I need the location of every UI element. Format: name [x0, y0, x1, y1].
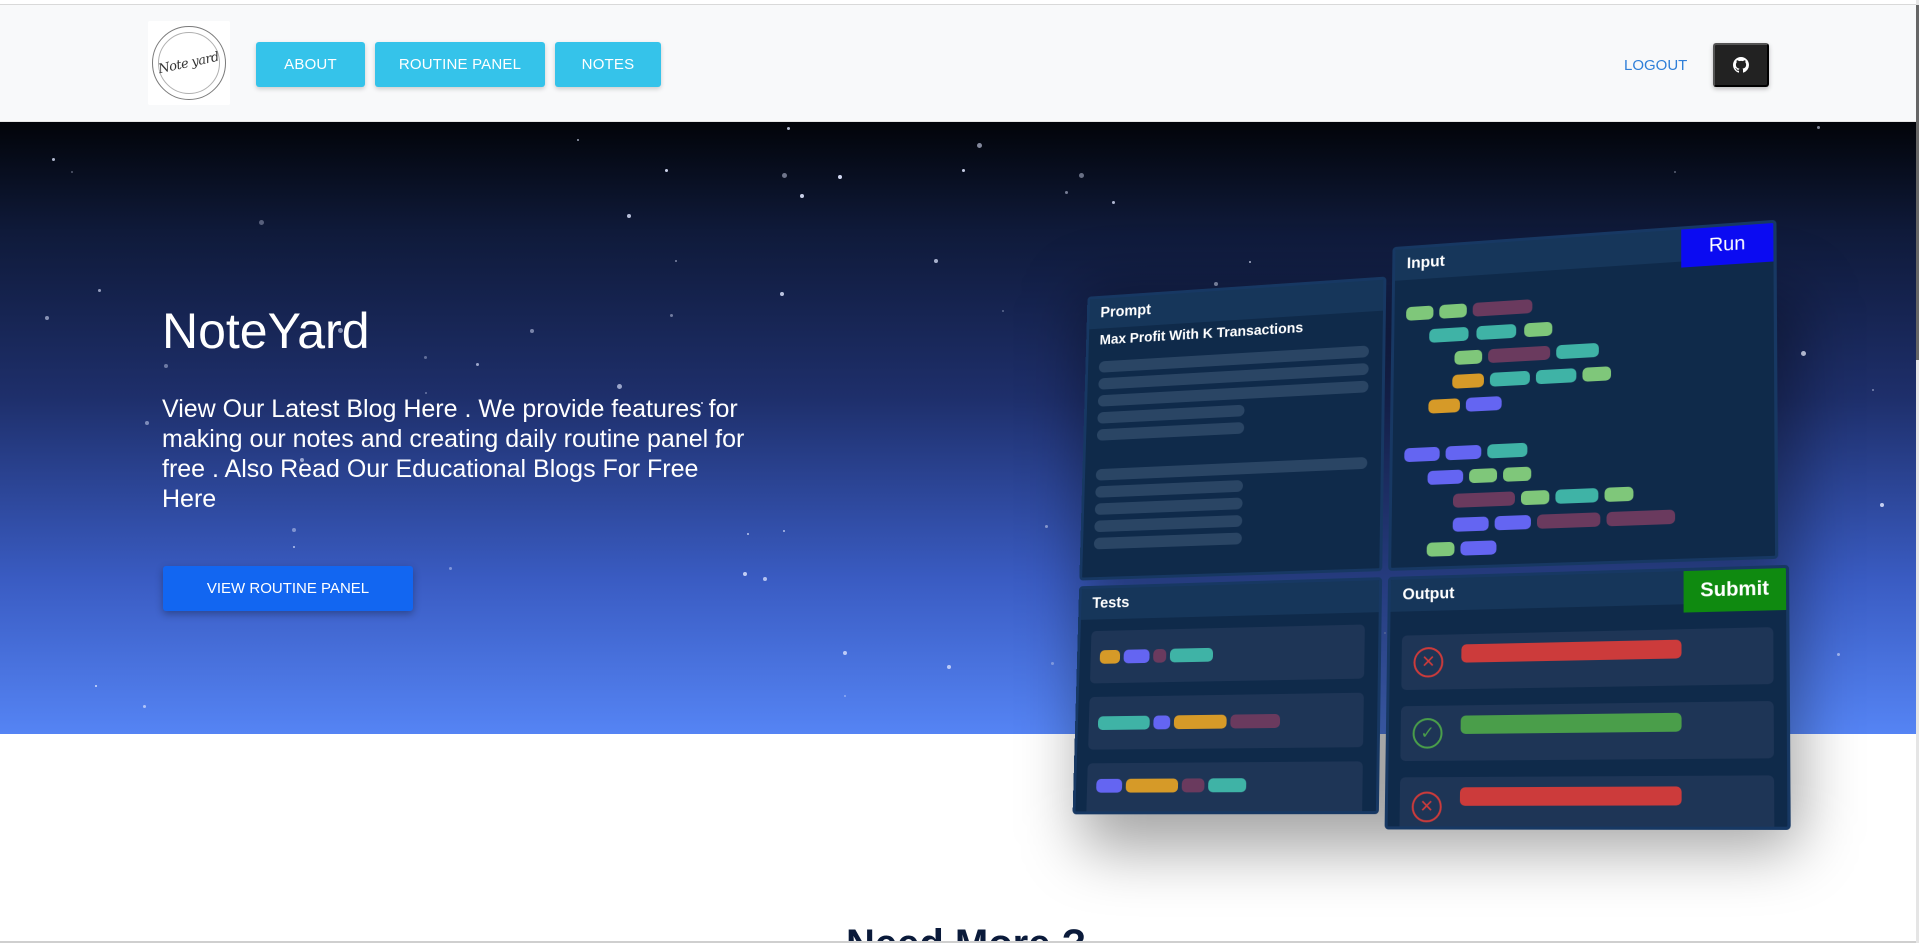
star: [293, 546, 295, 548]
star: [292, 528, 296, 532]
star: [530, 329, 534, 333]
nav-notes-button[interactable]: NOTES: [555, 42, 661, 87]
star: [1051, 662, 1054, 665]
star: [1456, 637, 1459, 640]
star: [1593, 392, 1596, 395]
star: [1880, 503, 1884, 507]
star: [1157, 322, 1162, 327]
star: [1002, 310, 1004, 312]
star: [800, 194, 804, 198]
star: [449, 567, 452, 570]
star: [71, 171, 73, 173]
star: [1176, 596, 1181, 601]
star: [843, 651, 847, 655]
view-routine-panel-button[interactable]: VIEW ROUTINE PANEL: [163, 566, 413, 611]
star: [617, 384, 622, 389]
nav-routine-panel-button[interactable]: ROUTINE PANEL: [375, 42, 545, 87]
star: [1657, 474, 1660, 477]
star: [259, 220, 264, 225]
star: [977, 143, 982, 148]
star: [1674, 171, 1676, 173]
logo-script: Note yard: [157, 49, 221, 77]
star: [1335, 594, 1338, 597]
code-token: [1208, 778, 1247, 793]
star: [747, 533, 749, 535]
hero-description: View Our Latest Blog Here . We provide f…: [162, 395, 745, 513]
star: [934, 259, 938, 263]
star: [1045, 525, 1048, 528]
star: [52, 158, 55, 161]
code-token: [1096, 778, 1123, 793]
star: [1214, 282, 1218, 286]
star: [743, 572, 747, 576]
star: [1837, 653, 1840, 656]
section-heading: Need More ?: [846, 922, 1086, 943]
star: [1403, 324, 1406, 327]
star: [1652, 259, 1656, 263]
star: [780, 292, 784, 296]
star: [164, 364, 168, 368]
star: [1384, 632, 1386, 634]
star: [1634, 570, 1639, 575]
logo[interactable]: Note yard: [148, 21, 230, 105]
logout-link[interactable]: LOGOUT: [1624, 57, 1687, 74]
code-token: [1181, 778, 1205, 793]
star: [1112, 201, 1115, 204]
test-card: [1086, 761, 1363, 815]
star: [1507, 659, 1509, 661]
fail-icon: ✕: [1411, 791, 1442, 823]
star: [844, 695, 846, 697]
star: [1249, 261, 1251, 263]
star: [95, 685, 97, 687]
hero-section: NoteYard View Our Latest Blog Here . We …: [0, 122, 1916, 734]
star: [670, 314, 673, 317]
star: [947, 665, 951, 669]
star: [476, 363, 479, 366]
code-token: [1125, 778, 1179, 793]
github-button[interactable]: [1713, 43, 1769, 87]
star: [782, 173, 787, 178]
star: [1724, 481, 1727, 484]
star: [145, 421, 149, 425]
github-icon: [1733, 57, 1749, 73]
star: [1065, 191, 1068, 194]
star: [675, 260, 677, 262]
star: [143, 705, 146, 708]
navbar: Note yard ABOUT ROUTINE PANEL NOTES LOGO…: [0, 5, 1916, 122]
output-card: ✕: [1399, 775, 1775, 830]
star: [424, 356, 427, 359]
star: [1079, 173, 1084, 178]
star: [783, 530, 785, 532]
star: [98, 289, 101, 292]
star: [1817, 126, 1820, 129]
star: [627, 214, 631, 218]
logo-emblem: Note yard: [152, 26, 226, 100]
star: [577, 139, 579, 141]
star: [1578, 627, 1582, 631]
star: [1375, 474, 1377, 476]
star: [1679, 404, 1681, 406]
nav-about-button[interactable]: ABOUT: [256, 42, 365, 87]
star: [1801, 351, 1806, 356]
star: [763, 577, 767, 581]
star: [787, 127, 790, 130]
star: [665, 169, 668, 172]
star: [45, 316, 49, 320]
star: [962, 169, 965, 172]
hero-title: NoteYard: [162, 303, 370, 359]
star: [838, 175, 842, 179]
star: [1872, 389, 1874, 391]
result-bar-fail: [1459, 786, 1682, 806]
